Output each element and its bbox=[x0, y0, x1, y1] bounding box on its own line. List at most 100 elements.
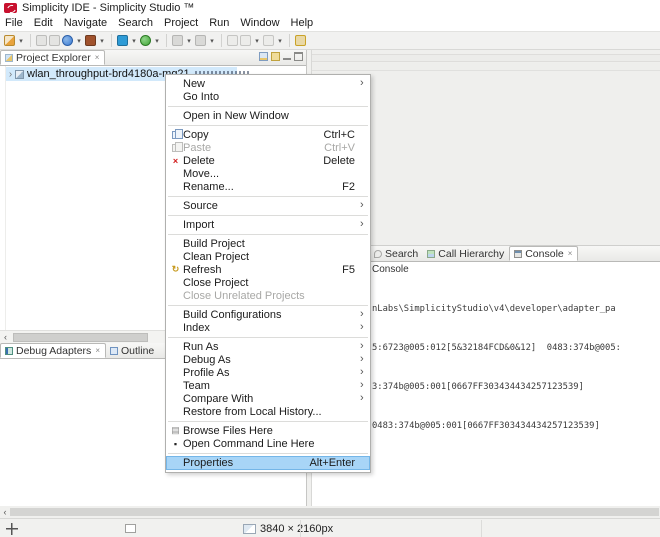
dimensions-indicator: 3840 × 2160px bbox=[243, 523, 333, 535]
launcher-icon[interactable] bbox=[62, 35, 73, 46]
menu-item-restore-from-local-history[interactable]: Restore from Local History... bbox=[166, 405, 370, 418]
launcher-dropdown-caret[interactable]: ▾ bbox=[75, 37, 83, 45]
tab-search[interactable]: Search bbox=[370, 246, 423, 261]
debug-icon[interactable] bbox=[117, 35, 128, 46]
app-window: Simplicity IDE - Simplicity Studio ™ Fil… bbox=[0, 0, 660, 537]
menu-item-build-project[interactable]: Build Project bbox=[166, 237, 370, 250]
scroll-left-arrow-icon[interactable]: ‹ bbox=[0, 331, 11, 343]
outline-tab-label: Outline bbox=[121, 345, 154, 357]
menu-window[interactable]: Window bbox=[240, 17, 279, 29]
debug-adapters-tab-label: Debug Adapters bbox=[16, 345, 91, 357]
toolbar-separator bbox=[221, 34, 222, 47]
resolution-text: 3840 × 2160px bbox=[260, 523, 333, 535]
tab-outline[interactable]: Outline bbox=[106, 343, 159, 358]
back-icon[interactable] bbox=[227, 35, 238, 46]
profile-dropdown-caret[interactable]: ▾ bbox=[208, 37, 216, 45]
close-icon[interactable]: × bbox=[95, 53, 100, 62]
menu-separator bbox=[168, 453, 368, 454]
selection-frame-icon[interactable] bbox=[125, 524, 136, 533]
run-icon[interactable] bbox=[140, 35, 151, 46]
tab-project-explorer[interactable]: Project Explorer × bbox=[0, 50, 105, 65]
menu-item-build-configurations[interactable]: Build Configurations› bbox=[166, 308, 370, 321]
console-view-icon bbox=[514, 250, 522, 258]
menu-item-team[interactable]: Team› bbox=[166, 379, 370, 392]
history-dropdown-caret[interactable]: ▾ bbox=[253, 37, 261, 45]
menu-item-properties[interactable]: PropertiesAlt+Enter bbox=[166, 456, 370, 470]
paste-icon bbox=[172, 144, 179, 152]
menu-item-delete[interactable]: ×DeleteDelete bbox=[166, 154, 370, 167]
menu-search[interactable]: Search bbox=[118, 17, 153, 29]
expand-chevron-icon[interactable]: › bbox=[6, 69, 15, 80]
new-wizard-icon[interactable] bbox=[4, 35, 15, 46]
nav-dropdown-caret[interactable]: ▾ bbox=[276, 37, 284, 45]
search-toolbar-icon[interactable] bbox=[295, 35, 306, 46]
tab-call-hierarchy[interactable]: Call Hierarchy bbox=[423, 246, 509, 261]
menu-item-close-unrelated-projects[interactable]: Close Unrelated Projects bbox=[166, 289, 370, 302]
flash-dropdown-caret[interactable]: ▾ bbox=[185, 37, 193, 45]
close-icon[interactable]: × bbox=[568, 249, 573, 258]
menu-item-run-as[interactable]: Run As› bbox=[166, 340, 370, 353]
menu-item-source[interactable]: Source› bbox=[166, 199, 370, 212]
console-tab-label: Console bbox=[525, 248, 564, 260]
last-edit-icon[interactable] bbox=[263, 35, 274, 46]
statusbar-divider bbox=[481, 520, 482, 537]
console-header-label: Console bbox=[372, 264, 409, 275]
move-crosshair-icon[interactable] bbox=[6, 523, 18, 535]
link-with-editor-icon[interactable] bbox=[271, 52, 280, 61]
menu-item-open-command-line-here[interactable]: ▪Open Command Line Here bbox=[166, 437, 370, 450]
menu-item-compare-with[interactable]: Compare With› bbox=[166, 392, 370, 405]
close-icon[interactable]: × bbox=[95, 346, 100, 355]
menu-item-move[interactable]: Move... bbox=[166, 167, 370, 180]
submenu-arrow-icon: › bbox=[360, 341, 367, 352]
menu-item-refresh[interactable]: ↻RefreshF5 bbox=[166, 263, 370, 276]
menu-item-clean-project[interactable]: Clean Project bbox=[166, 250, 370, 263]
menu-navigate[interactable]: Navigate bbox=[64, 17, 107, 29]
collapse-all-icon[interactable] bbox=[259, 52, 268, 61]
forward-icon[interactable] bbox=[240, 35, 251, 46]
maximize-icon[interactable] bbox=[294, 52, 303, 61]
menu-file[interactable]: File bbox=[5, 17, 23, 29]
minimize-icon[interactable] bbox=[283, 53, 291, 60]
build-dropdown-caret[interactable]: ▾ bbox=[98, 37, 106, 45]
menu-item-profile-as[interactable]: Profile As› bbox=[166, 366, 370, 379]
save-icon[interactable] bbox=[36, 35, 47, 46]
browse-files-icon: ▤ bbox=[168, 425, 183, 436]
menu-item-new[interactable]: New› bbox=[166, 77, 370, 90]
menu-item-index[interactable]: Index› bbox=[166, 321, 370, 334]
tab-debug-adapters[interactable]: Debug Adapters × bbox=[0, 343, 106, 358]
project-explorer-tab-label: Project Explorer bbox=[16, 52, 91, 64]
menu-project[interactable]: Project bbox=[164, 17, 198, 29]
scrollbar-thumb[interactable] bbox=[13, 333, 148, 342]
menu-help[interactable]: Help bbox=[291, 17, 314, 29]
submenu-arrow-icon: › bbox=[360, 380, 367, 391]
console-hscrollbar[interactable]: ‹ bbox=[0, 506, 660, 518]
run-dropdown-caret[interactable]: ▾ bbox=[153, 37, 161, 45]
menu-separator bbox=[168, 125, 368, 126]
scroll-left-arrow-icon[interactable]: ‹ bbox=[0, 507, 10, 517]
debug-dropdown-caret[interactable]: ▾ bbox=[130, 37, 138, 45]
menu-separator bbox=[168, 305, 368, 306]
menu-run[interactable]: Run bbox=[209, 17, 229, 29]
new-dropdown-caret[interactable]: ▾ bbox=[17, 37, 25, 45]
menu-item-import[interactable]: Import› bbox=[166, 218, 370, 231]
menu-item-open-in-new-window[interactable]: Open in New Window bbox=[166, 109, 370, 122]
menu-item-go-into[interactable]: Go Into bbox=[166, 90, 370, 103]
menu-edit[interactable]: Edit bbox=[34, 17, 53, 29]
submenu-arrow-icon: › bbox=[360, 393, 367, 404]
console-output[interactable]: nLabs\SimplicityStudio\v4\developer\adap… bbox=[372, 277, 621, 459]
menu-item-rename[interactable]: Rename...F2 bbox=[166, 180, 370, 193]
build-icon[interactable] bbox=[85, 35, 96, 46]
menu-item-copy[interactable]: CopyCtrl+C bbox=[166, 128, 370, 141]
menu-separator bbox=[168, 106, 368, 107]
menu-item-paste[interactable]: PasteCtrl+V bbox=[166, 141, 370, 154]
flash-programmer-icon[interactable] bbox=[172, 35, 183, 46]
menu-item-browse-files-here[interactable]: ▤Browse Files Here bbox=[166, 424, 370, 437]
save-all-icon[interactable] bbox=[49, 35, 60, 46]
refresh-icon: ↻ bbox=[168, 264, 183, 275]
menu-item-debug-as[interactable]: Debug As› bbox=[166, 353, 370, 366]
command-line-icon: ▪ bbox=[168, 439, 183, 449]
scrollbar-track[interactable] bbox=[10, 508, 659, 516]
profile-icon[interactable] bbox=[195, 35, 206, 46]
tab-console[interactable]: Console × bbox=[509, 246, 578, 261]
menu-item-close-project[interactable]: Close Project bbox=[166, 276, 370, 289]
